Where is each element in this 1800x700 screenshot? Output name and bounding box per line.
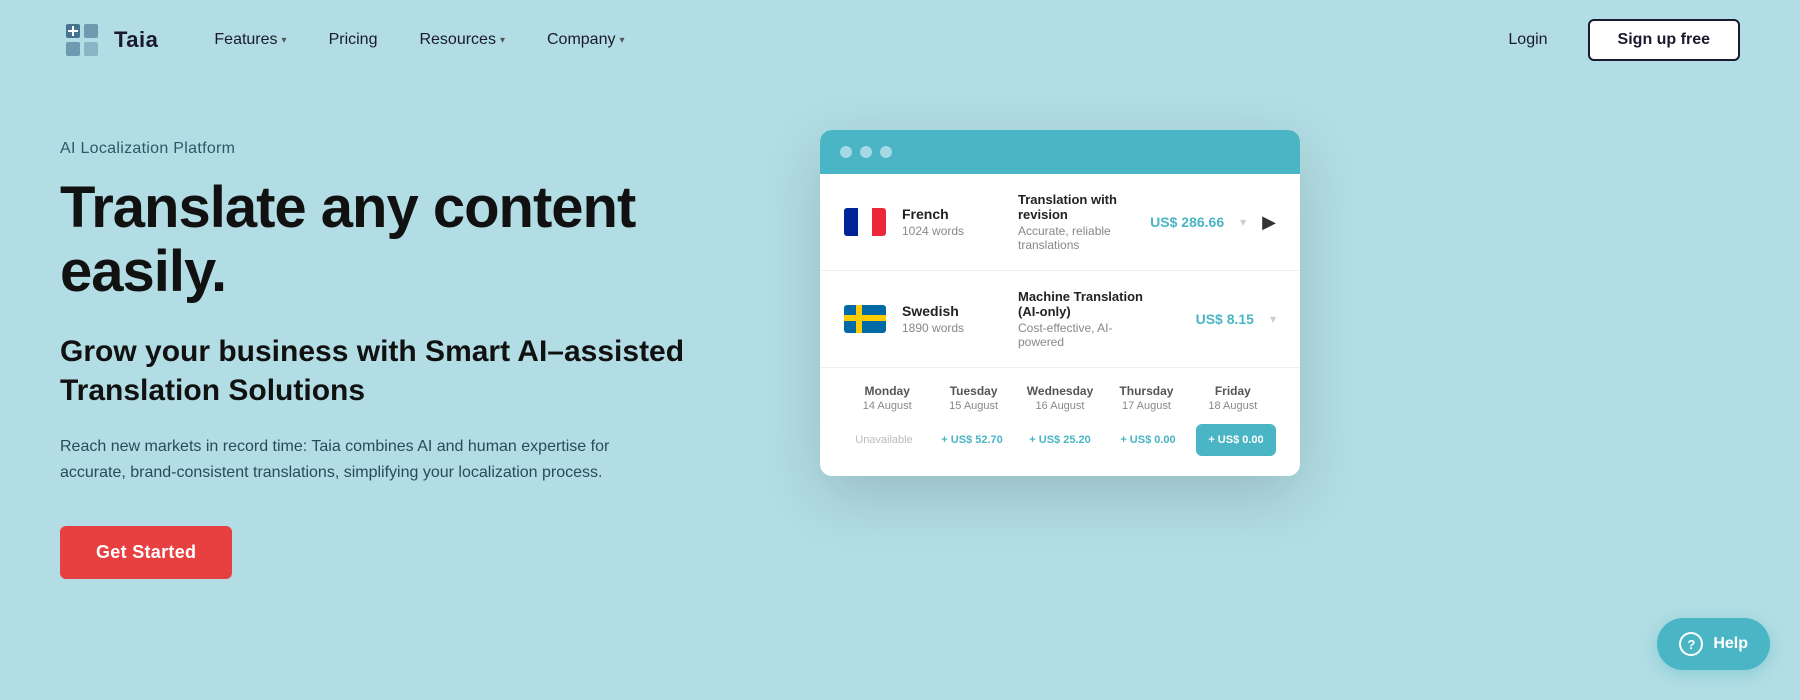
signup-button[interactable]: Sign up free bbox=[1588, 19, 1740, 61]
flag-french bbox=[844, 208, 886, 236]
card-header bbox=[820, 130, 1300, 174]
cal-cell-monday[interactable]: Unavailable bbox=[844, 424, 924, 456]
hero-subtitle: AI Localization Platform bbox=[60, 140, 760, 158]
features-chevron-icon: ▾ bbox=[282, 35, 287, 46]
lang-info-swedish: Swedish 1890 words bbox=[902, 303, 1002, 335]
help-circle-icon: ? bbox=[1679, 632, 1703, 656]
login-button[interactable]: Login bbox=[1492, 23, 1563, 57]
nav-links: Features ▾ Pricing Resources ▾ Company ▾ bbox=[198, 23, 1492, 57]
lang-words-swedish: 1890 words bbox=[902, 321, 1002, 335]
cal-cell-wednesday[interactable]: + US$ 25.20 bbox=[1020, 424, 1100, 456]
card-dot-2 bbox=[860, 146, 872, 158]
logo-text: Taia bbox=[114, 27, 158, 53]
trans-price-swedish: US$ 8.15 bbox=[1164, 311, 1254, 327]
resources-chevron-icon: ▾ bbox=[500, 35, 505, 46]
cal-col-tuesday: Tuesday 15 August bbox=[930, 384, 1016, 412]
hero-title: Translate any content easily. bbox=[60, 176, 760, 304]
trans-type-desc-swedish: Cost-effective, AI-powered bbox=[1018, 321, 1148, 349]
cal-cell-friday[interactable]: + US$ 0.00 bbox=[1196, 424, 1276, 456]
nav-features[interactable]: Features ▾ bbox=[198, 23, 302, 57]
nav-resources[interactable]: Resources ▾ bbox=[403, 23, 521, 57]
lang-name-swedish: Swedish bbox=[902, 303, 1002, 319]
cal-col-thursday: Thursday 17 August bbox=[1103, 384, 1189, 412]
logo-icon bbox=[60, 18, 104, 62]
company-chevron-icon: ▾ bbox=[619, 35, 624, 46]
navbar: Taia Features ▾ Pricing Resources ▾ Comp… bbox=[0, 0, 1800, 80]
help-label: Help bbox=[1713, 635, 1748, 653]
dashboard-card: French 1024 words Translation with revis… bbox=[820, 130, 1300, 476]
calendar-section: Monday 14 August Tuesday 15 August Wedne… bbox=[820, 368, 1300, 476]
card-dot-1 bbox=[840, 146, 852, 158]
trans-type-desc-french: Accurate, reliable translations bbox=[1018, 224, 1118, 252]
flag-swedish bbox=[844, 305, 886, 333]
hero-desc1: Grow your business with Smart AI–assiste… bbox=[60, 332, 760, 410]
translation-row-swedish: Swedish 1890 words Machine Translation (… bbox=[820, 271, 1300, 368]
trans-price-french: US$ 286.66 bbox=[1134, 214, 1224, 230]
cal-col-friday: Friday 18 August bbox=[1190, 384, 1276, 412]
nav-right: Login Sign up free bbox=[1492, 19, 1740, 61]
card-body: French 1024 words Translation with revis… bbox=[820, 174, 1300, 476]
get-started-button[interactable]: Get Started bbox=[60, 526, 232, 579]
hero-desc2: Reach new markets in record time: Taia c… bbox=[60, 434, 610, 487]
translation-row-french: French 1024 words Translation with revis… bbox=[820, 174, 1300, 271]
nav-pricing[interactable]: Pricing bbox=[313, 23, 394, 57]
trans-arrow-french[interactable]: ▾ bbox=[1240, 215, 1246, 229]
cal-cell-thursday[interactable]: + US$ 0.00 bbox=[1108, 424, 1188, 456]
cal-col-monday: Monday 14 August bbox=[844, 384, 930, 412]
calendar-row: Unavailable + US$ 52.70 + US$ 25.20 + US… bbox=[844, 424, 1276, 456]
calendar-header: Monday 14 August Tuesday 15 August Wedne… bbox=[844, 384, 1276, 412]
hero-left: AI Localization Platform Translate any c… bbox=[60, 120, 760, 579]
hero-section: AI Localization Platform Translate any c… bbox=[0, 80, 1800, 680]
hero-right: French 1024 words Translation with revis… bbox=[820, 130, 1300, 476]
play-icon-french[interactable]: ▶ bbox=[1262, 212, 1276, 233]
trans-arrow-swedish[interactable]: ▾ bbox=[1270, 312, 1276, 326]
logo[interactable]: Taia bbox=[60, 18, 158, 62]
cal-col-wednesday: Wednesday 16 August bbox=[1017, 384, 1103, 412]
cal-cell-tuesday[interactable]: + US$ 52.70 bbox=[932, 424, 1012, 456]
trans-type-swedish: Machine Translation (AI-only) Cost-effec… bbox=[1018, 289, 1148, 349]
trans-type-french: Translation with revision Accurate, reli… bbox=[1018, 192, 1118, 252]
lang-info-french: French 1024 words bbox=[902, 206, 1002, 238]
nav-company[interactable]: Company ▾ bbox=[531, 23, 641, 57]
help-button[interactable]: ? Help bbox=[1657, 618, 1770, 670]
trans-type-name-swedish: Machine Translation (AI-only) bbox=[1018, 289, 1148, 319]
lang-name-french: French bbox=[902, 206, 1002, 222]
trans-type-name-french: Translation with revision bbox=[1018, 192, 1118, 222]
card-dot-3 bbox=[880, 146, 892, 158]
lang-words-french: 1024 words bbox=[902, 224, 1002, 238]
